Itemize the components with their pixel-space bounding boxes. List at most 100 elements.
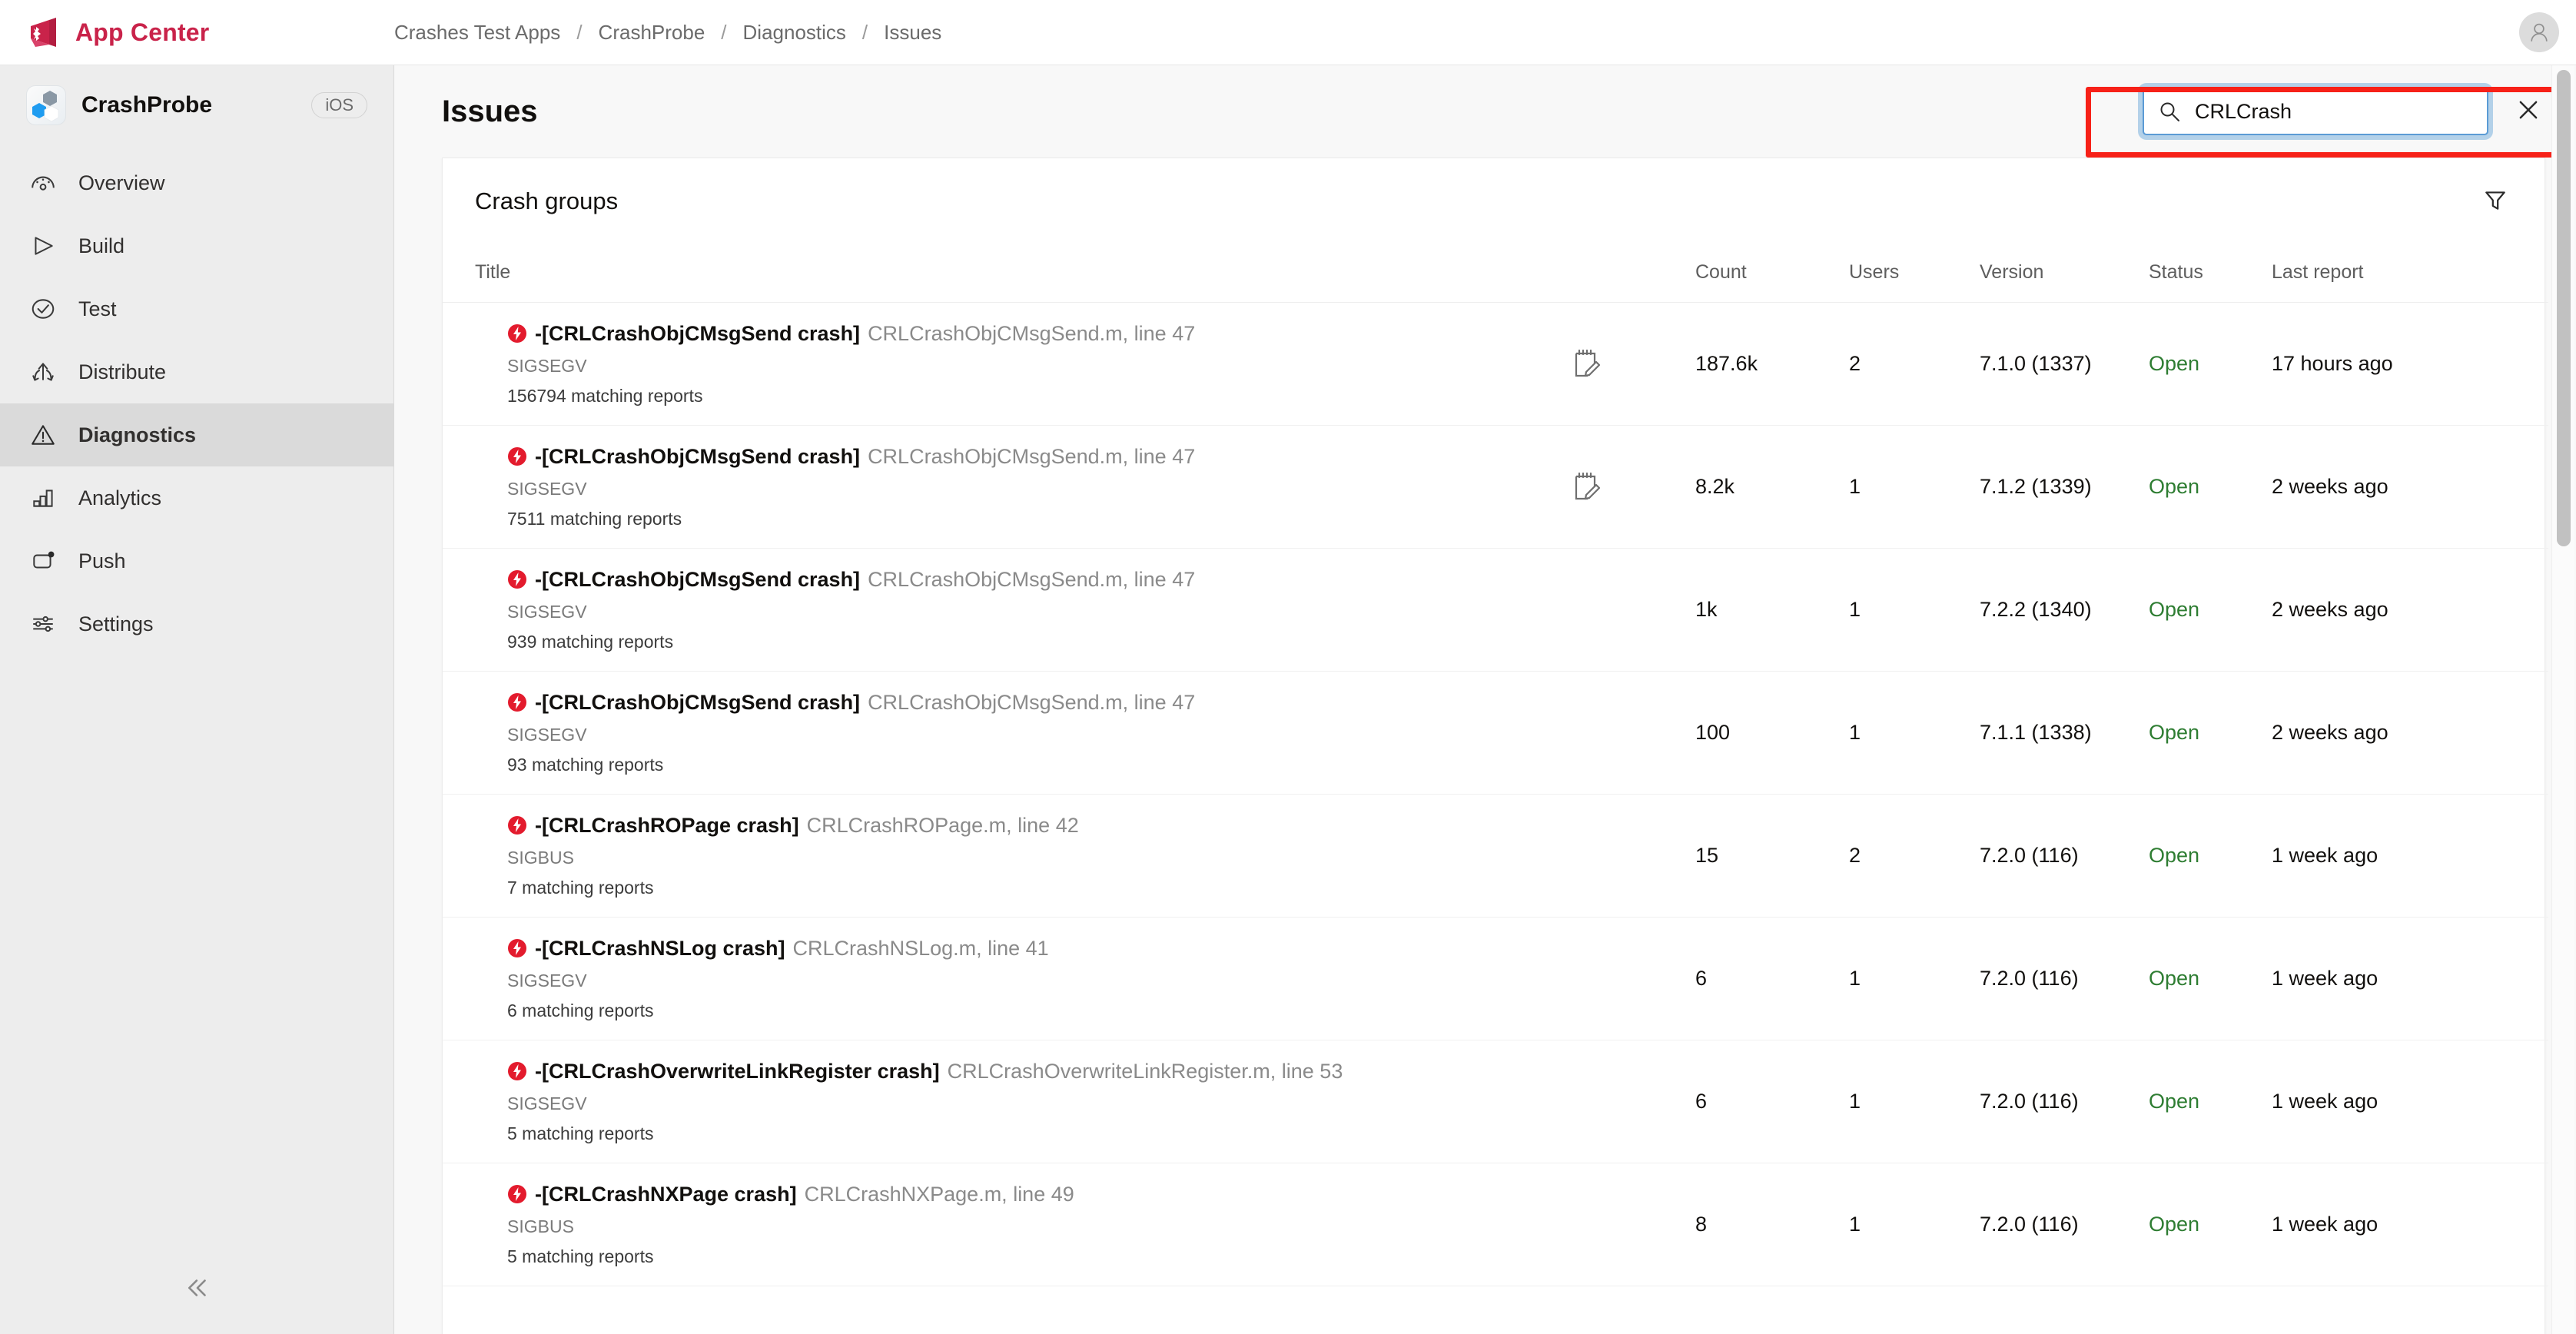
warning-triangle-icon <box>26 418 60 452</box>
top-bar: App Center Crashes Test Apps / CrashProb… <box>0 0 2576 65</box>
sidebar-item-build[interactable]: Build <box>0 214 393 277</box>
cell-note[interactable] <box>1572 302 1695 426</box>
table-row[interactable]: -[CRLCrashROPage crash] CRLCrashROPage.m,… <box>443 794 2548 918</box>
sidebar-item-label: Build <box>78 234 125 257</box>
table-row[interactable]: -[CRLCrashObjCMsgSend crash] CRLCrashObjC… <box>443 548 2548 672</box>
sidebar-item-label: Test <box>78 297 117 320</box>
cell-title[interactable]: -[CRLCrashOverwriteLinkRegister crash] CR… <box>443 1040 1572 1163</box>
column-header-last-report[interactable]: Last report <box>2272 244 2548 303</box>
matching-reports: 6 matching reports <box>507 1000 654 1020</box>
sidebar-item-push[interactable]: Push <box>0 529 393 592</box>
table-row[interactable]: -[CRLCrashNXPage crash] CRLCrashNXPage.m,… <box>443 1163 2548 1286</box>
search-box[interactable] <box>2143 88 2488 135</box>
cell-count: 1k <box>1695 548 1849 672</box>
sidebar-item-overview[interactable]: Overview <box>0 151 393 214</box>
table-row[interactable]: -[CRLCrashObjCMsgSend crash] CRLCrashObjC… <box>443 302 2548 426</box>
sidebar-item-label: Distribute <box>78 360 167 383</box>
os-badge: iOS <box>311 92 367 118</box>
crash-file: CRLCrashObjCMsgSend.m, line 47 <box>868 444 1196 468</box>
cell-last-report: 1 week ago <box>2272 1040 2548 1163</box>
breadcrumb-separator: / <box>861 20 868 44</box>
scrollbar-thumb[interactable] <box>2557 70 2571 546</box>
cell-status: Open <box>2149 302 2272 426</box>
cell-version: 7.2.0 (116) <box>1980 917 2149 1040</box>
brand[interactable]: App Center <box>0 15 369 49</box>
cell-title[interactable]: -[CRLCrashObjCMsgSend crash] CRLCrashObjC… <box>443 671 1572 795</box>
table-row[interactable]: -[CRLCrashOverwriteLinkRegister crash] CR… <box>443 1040 2548 1163</box>
sidebar-item-settings[interactable]: Settings <box>0 592 393 655</box>
matching-reports: 5 matching reports <box>507 1123 654 1143</box>
table-row[interactable]: -[CRLCrashObjCMsgSend crash] CRLCrashObjC… <box>443 671 2548 795</box>
cell-version: 7.1.2 (1339) <box>1980 425 2149 549</box>
collapse-sidebar-button[interactable] <box>0 1245 394 1334</box>
crash-file: CRLCrashObjCMsgSend.m, line 47 <box>868 321 1196 345</box>
cell-last-report: 1 week ago <box>2272 917 2548 1040</box>
crash-bolt-icon <box>507 815 527 835</box>
column-header-status[interactable]: Status <box>2149 244 2272 303</box>
avatar[interactable] <box>2519 12 2559 52</box>
note-edit-icon[interactable] <box>1572 348 1602 380</box>
cell-title[interactable]: -[CRLCrashNXPage crash] CRLCrashNXPage.m,… <box>443 1163 1572 1286</box>
filter-funnel-icon <box>2482 187 2508 217</box>
matching-reports: 7511 matching reports <box>507 508 682 529</box>
column-header-users[interactable]: Users <box>1849 244 1980 303</box>
table-header: Title Count Users Version Status Last re… <box>443 244 2548 303</box>
crash-file: CRLCrashROPage.m, line 42 <box>806 813 1079 837</box>
crash-file: CRLCrashObjCMsgSend.m, line 47 <box>868 690 1196 714</box>
sidebar-item-label: Analytics <box>78 486 162 509</box>
breadcrumb-item-1[interactable]: CrashProbe <box>596 21 708 45</box>
column-header-count[interactable]: Count <box>1695 244 1849 303</box>
crash-symbol: -[CRLCrashOverwriteLinkRegister crash] <box>535 1059 940 1083</box>
crash-signal: SIGSEGV <box>507 724 587 745</box>
sidebar-app-name: CrashProbe <box>81 92 213 118</box>
app-root: App Center Crashes Test Apps / CrashProb… <box>0 0 2576 1334</box>
cell-last-report: 2 weeks ago <box>2272 548 2548 672</box>
breadcrumb-item-0[interactable]: Crashes Test Apps <box>392 21 563 45</box>
cell-title[interactable]: -[CRLCrashNSLog crash] CRLCrashNSLog.m, l… <box>443 917 1572 1040</box>
crash-signal: SIGSEGV <box>507 970 587 991</box>
crash-bolt-icon <box>507 446 527 466</box>
crashprobe-app-icon <box>26 85 66 125</box>
sidebar-item-distribute[interactable]: Distribute <box>0 340 393 403</box>
cell-title[interactable]: -[CRLCrashObjCMsgSend crash] CRLCrashObjC… <box>443 548 1572 672</box>
table-header-row: Title Count Users Version Status Last re… <box>443 244 2548 303</box>
cell-status: Open <box>2149 425 2272 549</box>
bar-chart-icon <box>26 481 60 515</box>
table-row[interactable]: -[CRLCrashObjCMsgSend crash] CRLCrashObjC… <box>443 425 2548 549</box>
status-badge: Open <box>2149 352 2200 375</box>
cell-title[interactable]: -[CRLCrashObjCMsgSend crash] CRLCrashObjC… <box>443 425 1572 549</box>
matching-reports: 939 matching reports <box>507 631 674 652</box>
gauge-icon <box>26 166 60 200</box>
breadcrumb-separator: / <box>721 20 727 44</box>
sidebar-item-analytics[interactable]: Analytics <box>0 466 393 529</box>
cell-note <box>1572 548 1695 672</box>
column-header-version[interactable]: Version <box>1980 244 2149 303</box>
vertical-scrollbar[interactable] <box>2551 65 2574 1334</box>
crash-symbol: -[CRLCrashROPage crash] <box>535 813 799 837</box>
sidebar-item-test[interactable]: Test <box>0 277 393 340</box>
clear-search-button[interactable] <box>2511 95 2545 128</box>
filter-button[interactable] <box>2477 183 2514 220</box>
search-input[interactable] <box>2195 99 2456 124</box>
breadcrumb-separator: / <box>576 20 583 44</box>
sidebar-item-diagnostics[interactable]: Diagnostics <box>0 403 393 466</box>
sidebar-app-header[interactable]: CrashProbe iOS <box>0 65 393 145</box>
play-triangle-icon <box>26 229 60 263</box>
crash-signal: SIGBUS <box>507 1216 574 1236</box>
breadcrumb-item-2[interactable]: Diagnostics <box>741 21 848 45</box>
crash-file: CRLCrashObjCMsgSend.m, line 47 <box>868 567 1196 591</box>
breadcrumb-item-3[interactable]: Issues <box>881 21 944 45</box>
push-notification-icon <box>26 544 60 578</box>
sidebar-item-label: Diagnostics <box>78 423 197 446</box>
note-edit-icon[interactable] <box>1572 471 1602 503</box>
page-header: Issues <box>394 65 2576 158</box>
cell-version: 7.1.1 (1338) <box>1980 671 2149 795</box>
crash-file: CRLCrashNSLog.m, line 41 <box>792 936 1049 960</box>
cell-title[interactable]: -[CRLCrashROPage crash] CRLCrashROPage.m,… <box>443 794 1572 918</box>
cell-title[interactable]: -[CRLCrashObjCMsgSend crash] CRLCrashObjC… <box>443 302 1572 426</box>
cell-last-report: 17 hours ago <box>2272 302 2548 426</box>
cell-status: Open <box>2149 1040 2272 1163</box>
column-header-title[interactable]: Title <box>443 244 1572 303</box>
table-row[interactable]: -[CRLCrashNSLog crash] CRLCrashNSLog.m, l… <box>443 917 2548 1040</box>
cell-note[interactable] <box>1572 425 1695 549</box>
